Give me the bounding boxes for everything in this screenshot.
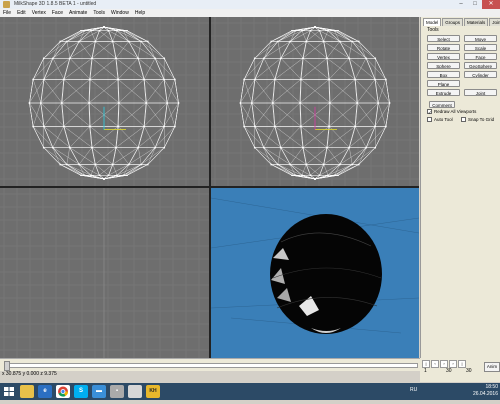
vertex-button[interactable]: Vertex xyxy=(427,53,460,60)
maximize-button[interactable]: □ xyxy=(468,0,482,9)
front-sphere-wireframe xyxy=(0,17,209,186)
anim-button[interactable]: Anim xyxy=(484,362,500,372)
auto-tool-label: Auto Tool xyxy=(434,117,453,122)
timeline[interactable] xyxy=(0,358,420,371)
app-icon xyxy=(3,1,10,8)
select-button[interactable]: Select xyxy=(427,35,460,42)
snap-checkbox[interactable] xyxy=(461,117,466,122)
geosphere-button[interactable]: GeoSphere xyxy=(464,62,497,69)
viewport-front[interactable] xyxy=(0,17,209,186)
clock[interactable]: 18:50 26.04.2016 xyxy=(473,384,498,398)
menu-file[interactable]: File xyxy=(0,9,14,17)
kh-icon[interactable]: KH xyxy=(146,385,160,398)
explorer-icon[interactable] xyxy=(20,385,34,398)
tools-label: Tools xyxy=(427,27,439,33)
plane-button[interactable]: Plane xyxy=(427,80,460,87)
viewport-area xyxy=(0,17,419,358)
app-icon-grey[interactable]: ▪ xyxy=(110,385,124,398)
top-empty-view xyxy=(0,188,209,358)
viewport-3d[interactable] xyxy=(211,188,419,358)
menu-edit[interactable]: Edit xyxy=(14,9,29,17)
tab-joints[interactable]: Joints xyxy=(489,18,500,26)
scale-button[interactable]: Scale xyxy=(464,44,497,51)
chrome-icon[interactable] xyxy=(56,385,70,398)
tab-groups[interactable]: Groups xyxy=(442,18,463,26)
window-title: MilkShape 3D 1.8.5 BETA 1 - untitled xyxy=(14,1,96,7)
joint-button[interactable]: Joint xyxy=(464,89,497,96)
taskbar: e S ▬ ▪ KH RU 18:50 26.04.2016 xyxy=(0,383,500,400)
timeline-thumb[interactable] xyxy=(4,361,10,371)
anim-controls: | ‹ › › | 1 30 30 Anim xyxy=(420,358,500,382)
tab-materials[interactable]: Materials xyxy=(464,18,488,26)
sphere-button[interactable]: Sphere xyxy=(427,62,460,69)
menu-help[interactable]: Help xyxy=(132,9,148,17)
snap-label: Snap To Grid xyxy=(468,117,494,122)
play-button[interactable]: › xyxy=(440,360,448,368)
menu-window[interactable]: Window xyxy=(108,9,132,17)
menu-animate[interactable]: Animate xyxy=(66,9,90,17)
frame-start: 1 xyxy=(424,368,427,374)
coords-readout: x 30.875 y 0.000 z 9.375 xyxy=(2,371,57,377)
comment-button[interactable]: Comment xyxy=(429,101,455,108)
skype-icon[interactable]: S xyxy=(74,385,88,398)
frame-end[interactable]: 30 xyxy=(466,368,472,374)
clock-date: 26.04.2016 xyxy=(473,391,498,398)
menu-tools[interactable]: Tools xyxy=(90,9,108,17)
face-button[interactable]: Face xyxy=(464,53,497,60)
menu-bar: File Edit Vertex Face Animate Tools Wind… xyxy=(0,9,500,17)
viewport-side[interactable] xyxy=(211,17,419,186)
snap-row[interactable]: Snap To Grid xyxy=(461,117,494,122)
move-button[interactable]: Move xyxy=(464,35,497,42)
viewport-top[interactable] xyxy=(0,188,209,358)
folder-icon[interactable]: ▬ xyxy=(92,385,106,398)
box-button[interactable]: Box xyxy=(427,71,460,78)
first-frame-button[interactable]: | xyxy=(422,360,430,368)
redraw-checkbox-row[interactable]: ✓ Redraw All Viewports xyxy=(427,109,476,114)
cylinder-button[interactable]: Cylinder xyxy=(464,71,497,78)
clock-time: 18:50 xyxy=(473,384,498,391)
close-button[interactable]: ✕ xyxy=(482,0,500,9)
last-frame-button[interactable]: | xyxy=(458,360,466,368)
milkshape-icon[interactable] xyxy=(128,385,142,398)
rotate-button[interactable]: Rotate xyxy=(427,44,460,51)
menu-face[interactable]: Face xyxy=(49,9,66,17)
tab-model[interactable]: Model xyxy=(423,18,441,26)
extrude-button[interactable]: Extrude xyxy=(427,89,460,96)
auto-tool-checkbox[interactable] xyxy=(427,117,432,122)
next-frame-button[interactable]: › xyxy=(449,360,457,368)
minimize-button[interactable]: – xyxy=(454,0,468,9)
prev-frame-button[interactable]: ‹ xyxy=(431,360,439,368)
redraw-label: Redraw All Viewports xyxy=(434,109,476,114)
auto-tool-row[interactable]: Auto Tool xyxy=(427,117,453,122)
start-icon[interactable] xyxy=(2,385,16,398)
tool-panel: Model Groups Materials Joints Tools Sele… xyxy=(420,17,500,358)
language-indicator[interactable]: RU xyxy=(410,387,417,393)
timeline-track[interactable] xyxy=(4,363,418,368)
menu-vertex[interactable]: Vertex xyxy=(29,9,49,17)
side-sphere-wireframe xyxy=(211,17,419,186)
perspective-sphere xyxy=(211,188,419,358)
ie-icon[interactable]: e xyxy=(38,385,52,398)
redraw-checkbox[interactable]: ✓ xyxy=(427,109,432,114)
frame-current[interactable]: 30 xyxy=(446,368,452,374)
